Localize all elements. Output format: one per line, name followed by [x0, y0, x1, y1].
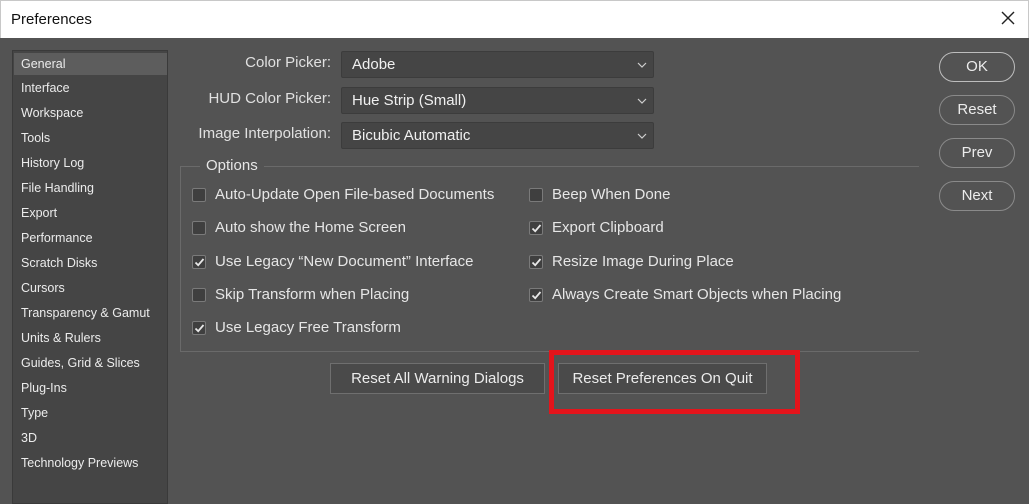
option-label: Auto-Update Open File-based Documents	[215, 186, 495, 203]
sidebar-item-plug-ins[interactable]: Plug-Ins	[14, 377, 167, 399]
highlight-box	[549, 350, 800, 414]
image-interpolation-select[interactable]: Bicubic Automatic	[341, 122, 654, 149]
option-label: Use Legacy Free Transform	[215, 319, 401, 336]
next-button[interactable]: Next	[939, 181, 1015, 211]
sidebar-item-file-handling[interactable]: File Handling	[14, 177, 167, 199]
window-title: Preferences	[11, 11, 92, 28]
option-label: Use Legacy “New Document” Interface	[215, 253, 474, 270]
color-picker-label: Color Picker:	[245, 54, 331, 71]
hud-color-picker-value: Hue Strip (Small)	[352, 92, 467, 109]
image-interpolation-label: Image Interpolation:	[198, 125, 331, 142]
checkbox-checked[interactable]	[529, 255, 543, 269]
chevron-down-icon	[637, 98, 647, 104]
options-legend: Options	[200, 157, 264, 174]
sidebar-item-history-log[interactable]: History Log	[14, 152, 167, 174]
image-interpolation-value: Bicubic Automatic	[352, 127, 471, 144]
sidebar-item-scratch-disks[interactable]: Scratch Disks	[14, 252, 167, 274]
sidebar-item-interface[interactable]: Interface	[14, 77, 167, 99]
title-bar: Preferences	[0, 0, 1029, 38]
checkmark-icon	[531, 258, 542, 267]
checkmark-icon	[194, 324, 205, 333]
preferences-sidebar: General Interface Workspace Tools Histor…	[12, 50, 168, 504]
sidebar-item-cursors[interactable]: Cursors	[14, 277, 167, 299]
checkmark-icon	[194, 258, 205, 267]
sidebar-item-transparency-gamut[interactable]: Transparency & Gamut	[14, 302, 167, 324]
checkbox-checked[interactable]	[192, 255, 206, 269]
checkmark-icon	[531, 224, 542, 233]
option-label: Skip Transform when Placing	[215, 286, 410, 303]
chevron-down-icon	[637, 62, 647, 68]
option-label: Resize Image During Place	[552, 253, 734, 270]
sidebar-item-general[interactable]: General	[14, 53, 167, 75]
sidebar-item-tools[interactable]: Tools	[14, 127, 167, 149]
checkbox[interactable]	[192, 221, 206, 235]
option-label: Export Clipboard	[552, 219, 664, 236]
sidebar-item-workspace[interactable]: Workspace	[14, 102, 167, 124]
option-label: Always Create Smart Objects when Placing	[552, 286, 842, 303]
color-picker-select[interactable]: Adobe	[341, 51, 654, 78]
sidebar-item-units-rulers[interactable]: Units & Rulers	[14, 327, 167, 349]
checkbox[interactable]	[192, 188, 206, 202]
chevron-down-icon	[637, 133, 647, 139]
prev-button[interactable]: Prev	[939, 138, 1015, 168]
checkbox-checked[interactable]	[529, 288, 543, 302]
checkbox[interactable]	[529, 188, 543, 202]
checkmark-icon	[531, 291, 542, 300]
checkbox-checked[interactable]	[529, 221, 543, 235]
sidebar-item-3d[interactable]: 3D	[14, 427, 167, 449]
sidebar-item-export[interactable]: Export	[14, 202, 167, 224]
sidebar-item-guides-grid-slices[interactable]: Guides, Grid & Slices	[14, 352, 167, 374]
sidebar-item-type[interactable]: Type	[14, 402, 167, 424]
color-picker-value: Adobe	[352, 56, 396, 73]
close-icon[interactable]	[1000, 10, 1016, 26]
option-label: Beep When Done	[552, 186, 671, 203]
sidebar-item-technology-previews[interactable]: Technology Previews	[14, 452, 167, 474]
hud-color-picker-label: HUD Color Picker:	[208, 90, 331, 107]
reset-button[interactable]: Reset	[939, 95, 1015, 125]
option-label: Auto show the Home Screen	[215, 219, 406, 236]
hud-color-picker-select[interactable]: Hue Strip (Small)	[341, 87, 654, 114]
checkbox[interactable]	[192, 288, 206, 302]
ok-button[interactable]: OK	[939, 52, 1015, 82]
sidebar-item-performance[interactable]: Performance	[14, 227, 167, 249]
checkbox-checked[interactable]	[192, 321, 206, 335]
reset-all-warning-dialogs-button[interactable]: Reset All Warning Dialogs	[330, 363, 545, 394]
